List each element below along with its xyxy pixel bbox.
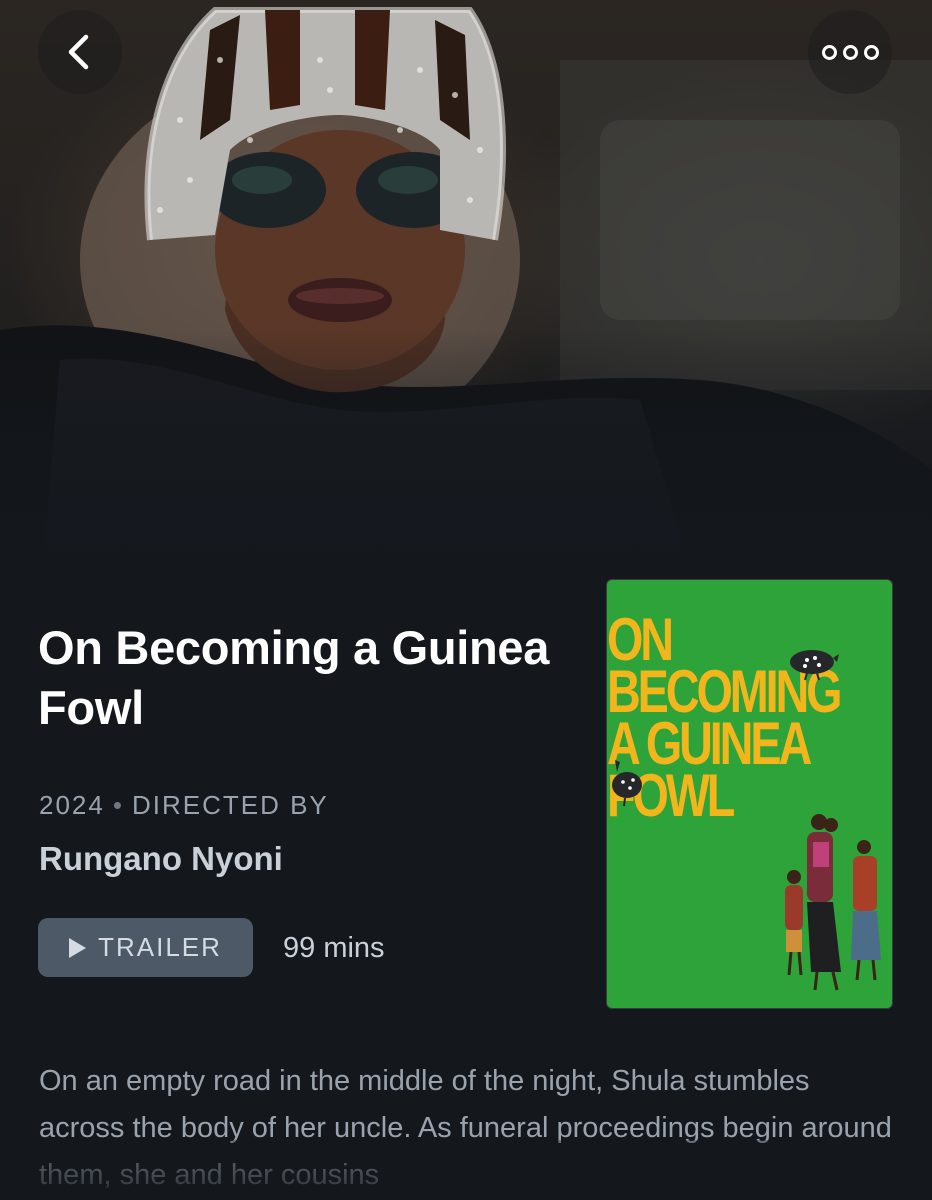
more-options-button[interactable] — [808, 10, 892, 94]
backdrop-fade — [0, 330, 932, 600]
director-name[interactable]: Rungano Nyoni — [39, 840, 283, 878]
trailer-label: TRAILER — [98, 932, 222, 962]
back-button[interactable] — [38, 10, 122, 94]
more-horizontal-icon — [821, 44, 879, 60]
play-icon — [69, 937, 87, 958]
poster-artwork — [612, 650, 881, 991]
trailer-button[interactable]: TRAILER — [38, 918, 253, 977]
guinea-fowl-illustration — [612, 760, 642, 807]
directed-by-label: DIRECTED BY — [131, 790, 329, 820]
people-illustration — [785, 814, 881, 991]
chevron-left-icon — [68, 34, 89, 70]
guinea-fowl-illustration — [790, 650, 839, 681]
synopsis-fade — [0, 1140, 932, 1200]
release-year[interactable]: 2024 — [39, 790, 105, 820]
film-meta: 2024 • DIRECTED BY — [39, 790, 329, 821]
film-title: On Becoming a Guinea Fowl — [38, 621, 550, 734]
runtime: 99 mins — [283, 932, 385, 964]
film-poster[interactable]: ON BECOMING A GUINEA FOWL — [607, 580, 892, 1008]
backdrop-image — [0, 0, 932, 600]
meta-separator: • — [112, 790, 124, 820]
